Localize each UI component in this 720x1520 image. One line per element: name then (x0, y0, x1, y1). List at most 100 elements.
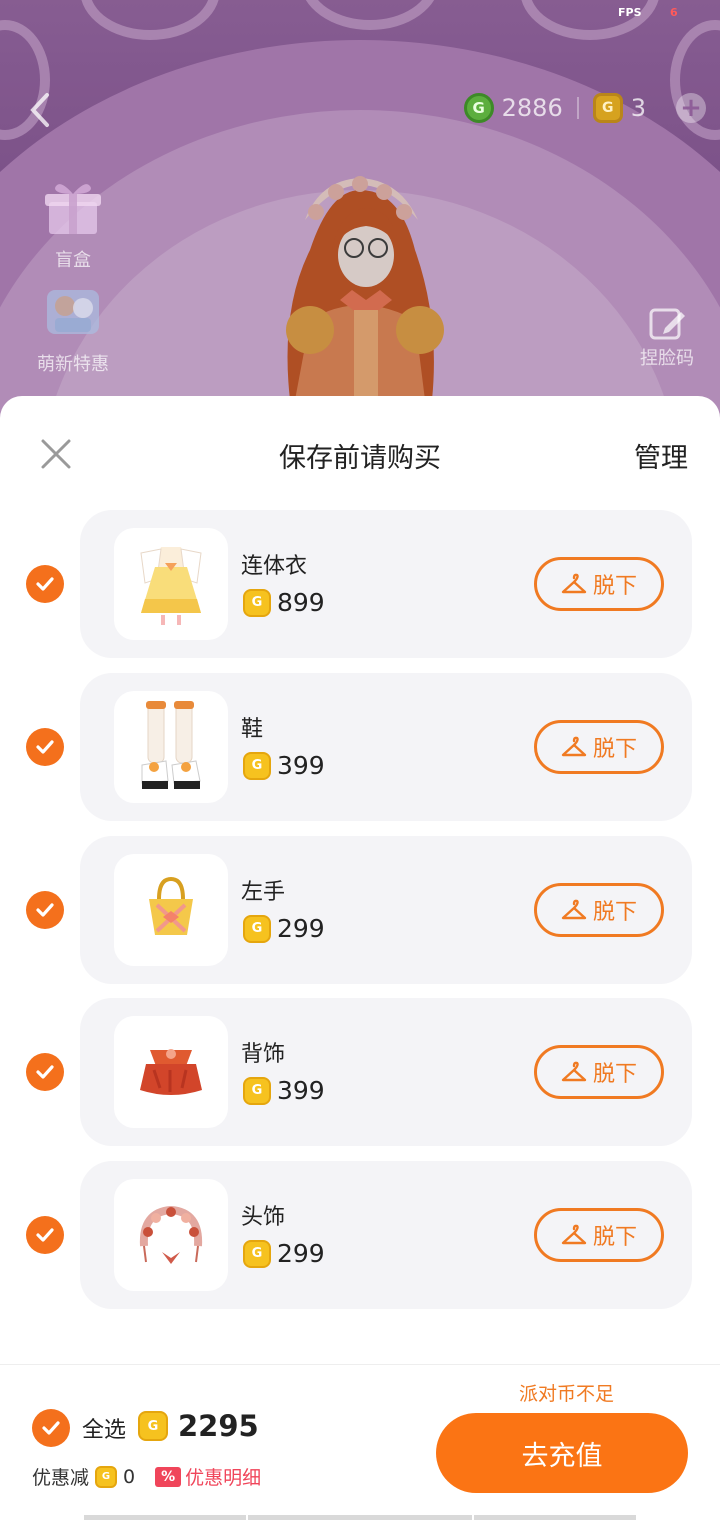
item-checkbox[interactable] (26, 1216, 64, 1254)
newbie-offer-entry[interactable]: 萌新特惠 (30, 280, 116, 376)
item-price-value: 399 (277, 1076, 325, 1105)
item-price: G 299 (243, 914, 325, 943)
remove-label: 脱下 (592, 737, 637, 762)
item-checkbox[interactable] (26, 1053, 64, 1091)
item-thumbnail (114, 691, 228, 803)
item-checkbox[interactable] (26, 891, 64, 929)
select-all-toggle[interactable]: 全选 (32, 1409, 126, 1447)
item-name: 连体衣 (241, 554, 308, 579)
insufficient-balance-notice: 派对币不足 (518, 1383, 614, 1405)
checkmark-icon (36, 1228, 54, 1242)
fps-label: FPS (618, 6, 642, 19)
discount-detail-link[interactable]: % 优惠明细 (155, 1463, 261, 1490)
item-checkbox[interactable] (26, 728, 64, 766)
item-price-value: 299 (277, 914, 325, 943)
chevron-left-icon (30, 93, 49, 127)
remove-label: 脱下 (592, 574, 637, 599)
item-card: 连体衣 G 899 脱下 (80, 510, 692, 658)
remove-item-button[interactable]: 脱下 (534, 1045, 664, 1099)
coin-icon: G (138, 1411, 168, 1441)
hanger-icon (561, 1224, 587, 1245)
coin-icon: G (95, 1465, 118, 1488)
edit-face-icon (649, 308, 685, 340)
checkmark-icon (42, 1421, 60, 1435)
item-row: 连体衣 G 899 脱下 (0, 510, 720, 658)
blind-box-label: 盲盒 (55, 250, 91, 271)
coin-icon: G (243, 1239, 271, 1268)
item-card: 鞋 G 399 脱下 (80, 673, 692, 821)
item-price: G 399 (243, 1076, 325, 1105)
item-thumbnail (114, 528, 228, 640)
fps-value: 6 (670, 6, 678, 19)
back-button[interactable] (22, 88, 58, 132)
remove-item-button[interactable]: 脱下 (534, 883, 664, 937)
blind-box-entry[interactable]: 盲盒 (30, 176, 116, 272)
currency-divider (576, 97, 579, 119)
hanger-icon (561, 1061, 587, 1082)
item-checkbox[interactable] (26, 565, 64, 603)
item-price-value: 899 (277, 588, 325, 617)
checkout-footer: 全选 G 2295 优惠减 G 0 % 优惠明细 派对币不足 去充值 (0, 1364, 720, 1520)
newbie-offer-label: 萌新特惠 (37, 354, 109, 375)
manage-button[interactable]: 管理 (634, 436, 688, 475)
item-row: 鞋 G 399 脱下 (0, 673, 720, 821)
item-price-value: 399 (277, 751, 325, 780)
checkmark-icon (36, 1065, 54, 1079)
hanger-icon (561, 573, 587, 594)
item-card: 背饰 G 399 脱下 (80, 998, 692, 1146)
recharge-button[interactable]: 去充值 (436, 1413, 688, 1493)
coin-icon: G (243, 588, 271, 617)
item-row: 左手 G 299 脱下 (0, 836, 720, 984)
home-indicator (474, 1515, 636, 1520)
remove-item-button[interactable]: 脱下 (534, 557, 664, 611)
select-all-label: 全选 (82, 1418, 127, 1443)
discount-label: 优惠减 (32, 1467, 90, 1489)
sheet-title: 保存前请购买 (279, 443, 441, 474)
item-price: G 399 (243, 751, 325, 780)
face-code-label: 捏脸码 (640, 348, 694, 369)
checkmark-icon (36, 740, 54, 754)
item-name: 鞋 (241, 717, 264, 742)
item-price: G 899 (243, 588, 325, 617)
item-card: 头饰 G 299 脱下 (80, 1161, 692, 1309)
gift-box-icon (45, 184, 101, 234)
handbag-icon (149, 876, 193, 935)
item-row: 头饰 G 299 脱下 (0, 1161, 720, 1309)
coin-icon: G (243, 751, 271, 780)
item-name: 头饰 (241, 1205, 286, 1230)
hanger-icon (561, 736, 587, 757)
currency-bar: G 2886 G 3 + (463, 88, 706, 128)
newbie-offer-icon (47, 290, 99, 334)
percent-tag-icon: % (155, 1466, 182, 1487)
home-indicator (84, 1515, 246, 1520)
item-row: 背饰 G 399 脱下 (0, 998, 720, 1146)
face-code-entry[interactable]: 捏脸码 (632, 306, 702, 370)
item-name: 背饰 (241, 1042, 286, 1067)
party-coin-icon: G (463, 93, 494, 123)
discount-line: 优惠减 G 0 % 优惠明细 (32, 1463, 261, 1490)
remove-label: 脱下 (592, 1062, 637, 1087)
sheet-header: 保存前请购买 管理 (0, 396, 720, 512)
boots-icon (141, 701, 201, 789)
item-thumbnail (114, 854, 228, 966)
back-accessory-icon (140, 1049, 202, 1095)
item-card: 左手 G 299 脱下 (80, 836, 692, 984)
add-currency-button[interactable]: + (676, 93, 706, 123)
remove-item-button[interactable]: 脱下 (534, 720, 664, 774)
coin-icon: G (243, 914, 271, 943)
item-name: 左手 (241, 880, 286, 905)
remove-label: 脱下 (592, 900, 637, 925)
dress-icon (140, 547, 202, 625)
checkmark-icon (36, 903, 54, 917)
coin-icon: G (243, 1076, 271, 1105)
remove-label: 脱下 (592, 1225, 637, 1250)
total-price-value: 2295 (178, 1409, 259, 1443)
item-price: G 299 (243, 1239, 325, 1268)
item-price-value: 299 (277, 1239, 325, 1268)
select-all-checkbox[interactable] (32, 1409, 70, 1447)
party-coin-balance: 2886 (501, 94, 563, 122)
remove-item-button[interactable]: 脱下 (534, 1208, 664, 1262)
discount-detail-label: 优惠明细 (185, 1467, 262, 1489)
item-thumbnail (114, 1016, 228, 1128)
gold-coin-icon: G (592, 93, 623, 123)
